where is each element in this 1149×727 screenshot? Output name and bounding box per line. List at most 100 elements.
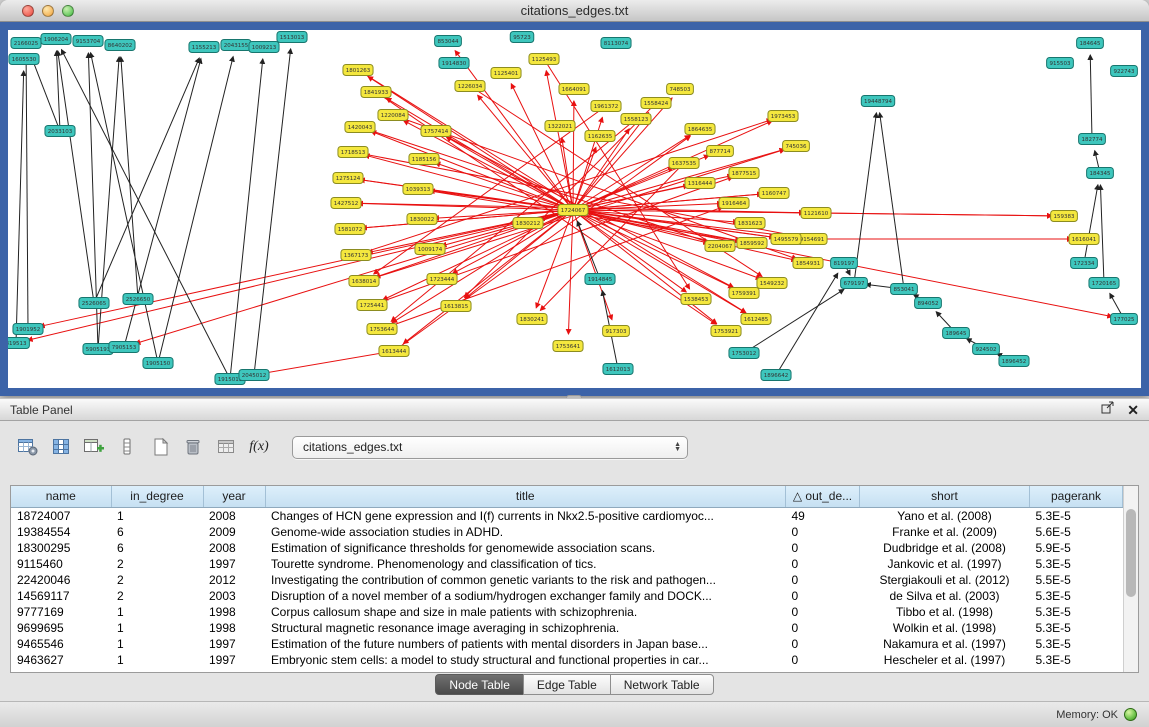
network-node[interactable]: 1753641 — [553, 341, 583, 352]
network-node[interactable]: 1009174 — [415, 244, 445, 255]
table-cell[interactable]: Estimation of significance thresholds fo… — [265, 540, 786, 556]
network-node[interactable]: 1009213 — [249, 42, 279, 53]
network-node[interactable]: 1155213 — [189, 42, 219, 53]
table-cell[interactable]: 2 — [111, 572, 203, 588]
table-cell[interactable]: Corpus callosum shape and size in male p… — [265, 604, 786, 620]
network-node[interactable]: 1427512 — [331, 198, 361, 209]
network-node[interactable]: 8113074 — [601, 38, 631, 49]
table-cell[interactable]: Disruption of a novel member of a sodium… — [265, 588, 786, 604]
network-canvas[interactable]: 1724067180126318419331220084142004317185… — [0, 22, 1149, 396]
network-node[interactable]: 1558424 — [641, 98, 671, 109]
table-cell[interactable]: Franke et al. (2009) — [860, 524, 1030, 540]
table-cell[interactable]: 0 — [786, 588, 860, 604]
network-node[interactable]: 1830212 — [513, 218, 543, 229]
table-cell[interactable]: Hescheler et al. (1997) — [860, 652, 1030, 668]
close-button[interactable] — [22, 5, 34, 17]
table-cell[interactable]: 2012 — [203, 572, 265, 588]
network-node[interactable]: 1759391 — [729, 288, 759, 299]
table-cell[interactable]: 0 — [786, 572, 860, 588]
table-cell[interactable]: 2008 — [203, 540, 265, 556]
column-header-1[interactable]: in_degree — [111, 486, 203, 507]
table-cell[interactable]: 1 — [111, 636, 203, 652]
network-node[interactable]: 1864635 — [685, 124, 715, 135]
table-cell[interactable]: Tibbo et al. (1998) — [860, 604, 1030, 620]
network-node[interactable]: 853041 — [891, 284, 918, 295]
table-cell[interactable]: 1997 — [203, 556, 265, 572]
table-cell[interactable]: Dudbridge et al. (2008) — [860, 540, 1030, 556]
network-node[interactable]: 1039313 — [403, 184, 433, 195]
network-node[interactable]: 1718513 — [338, 147, 368, 158]
new-file-icon[interactable] — [146, 434, 174, 460]
table-cell[interactable]: 1 — [111, 507, 203, 524]
network-node[interactable]: 1162635 — [585, 131, 615, 142]
table-cell[interactable]: Changes of HCN gene expression and I(f) … — [265, 507, 786, 524]
table-cell[interactable]: 5.3E-5 — [1030, 620, 1123, 636]
network-node[interactable]: 1664091 — [559, 84, 589, 95]
table-cell[interactable]: Structural magnetic resonance image aver… — [265, 620, 786, 636]
table-cell[interactable]: 0 — [786, 636, 860, 652]
network-node[interactable]: 1896452 — [999, 356, 1029, 367]
table-row[interactable]: 946554611997Estimation of the future num… — [11, 636, 1123, 652]
table-cell[interactable]: 2009 — [203, 524, 265, 540]
table-cell[interactable]: 6 — [111, 524, 203, 540]
network-node[interactable]: 1757414 — [421, 126, 451, 137]
network-node[interactable]: 1877515 — [729, 168, 759, 179]
network-node[interactable]: 159383 — [1051, 211, 1078, 222]
network-node[interactable]: 1916464 — [719, 198, 749, 209]
network-node[interactable]: 1830241 — [517, 314, 547, 325]
network-node[interactable]: 924502 — [973, 344, 1000, 355]
column-header-0[interactable]: name — [11, 486, 111, 507]
table-cell[interactable]: Embryonic stem cells: a model to study s… — [265, 652, 786, 668]
table-cell[interactable]: 5.3E-5 — [1030, 636, 1123, 652]
new-column-icon[interactable] — [80, 434, 108, 460]
network-node[interactable]: 2043155 — [221, 40, 251, 51]
column-header-6[interactable]: pagerank — [1030, 486, 1123, 507]
table-cell[interactable]: 18724007 — [11, 507, 111, 524]
network-node[interactable]: 8640202 — [105, 40, 135, 51]
network-node[interactable]: 877714 — [707, 146, 734, 157]
network-node[interactable]: 1905150 — [143, 358, 173, 369]
minimize-button[interactable] — [42, 5, 54, 17]
network-node[interactable]: 19448794 — [861, 96, 894, 107]
tab-node-table[interactable]: Node Table — [435, 674, 524, 695]
table-cell[interactable]: 2 — [111, 588, 203, 604]
table-row[interactable]: 2242004622012Investigating the contribut… — [11, 572, 1123, 588]
tab-edge-table[interactable]: Edge Table — [523, 674, 611, 695]
table-cell[interactable]: 5.3E-5 — [1030, 604, 1123, 620]
network-node[interactable]: 1316444 — [685, 178, 715, 189]
network-node[interactable]: 189645 — [943, 328, 970, 339]
table-row[interactable]: 1872400712008Changes of HCN gene express… — [11, 507, 1123, 524]
close-panel-icon[interactable]: ✕ — [1127, 404, 1139, 416]
table-row[interactable]: 977716911998Corpus callosum shape and si… — [11, 604, 1123, 620]
network-node[interactable]: 1121610 — [801, 208, 831, 219]
network-node[interactable]: 7905153 — [109, 342, 139, 353]
network-node[interactable]: 1637535 — [669, 158, 699, 169]
network-node[interactable]: 1613444 — [379, 346, 409, 357]
table-cell[interactable]: 1998 — [203, 620, 265, 636]
table-row[interactable]: 1456911722003Disruption of a novel membe… — [11, 588, 1123, 604]
table-cell[interactable]: Tourette syndrome. Phenomenology and cla… — [265, 556, 786, 572]
network-node[interactable]: 1831623 — [735, 218, 765, 229]
network-node[interactable]: 1753644 — [367, 324, 397, 335]
network-node[interactable]: 1841933 — [361, 87, 391, 98]
network-node[interactable]: 1725441 — [357, 300, 387, 311]
network-node[interactable]: 2526065 — [79, 298, 109, 309]
table-cell[interactable]: 2003 — [203, 588, 265, 604]
network-node[interactable]: 177025 — [1111, 314, 1138, 325]
network-node[interactable]: 922743 — [1111, 66, 1138, 77]
network-node[interactable]: 819513 — [8, 338, 29, 349]
table-cell[interactable]: 0 — [786, 604, 860, 620]
table-scrollbar[interactable] — [1123, 486, 1138, 672]
network-node[interactable]: 1753921 — [711, 326, 741, 337]
table-cell[interactable]: 9465546 — [11, 636, 111, 652]
table-cell[interactable]: 14569117 — [11, 588, 111, 604]
table-cell[interactable]: 0 — [786, 540, 860, 556]
network-node[interactable]: 1125401 — [491, 68, 521, 79]
network-node[interactable]: 182774 — [1079, 134, 1106, 145]
network-node[interactable]: 1961372 — [591, 101, 621, 112]
window-titlebar[interactable]: citations_edges.txt — [0, 0, 1149, 22]
import-table-icon[interactable] — [212, 434, 240, 460]
network-node[interactable]: 1973453 — [768, 111, 798, 122]
network-node[interactable]: 1901952 — [13, 324, 43, 335]
function-icon[interactable]: f(x) — [245, 434, 273, 460]
